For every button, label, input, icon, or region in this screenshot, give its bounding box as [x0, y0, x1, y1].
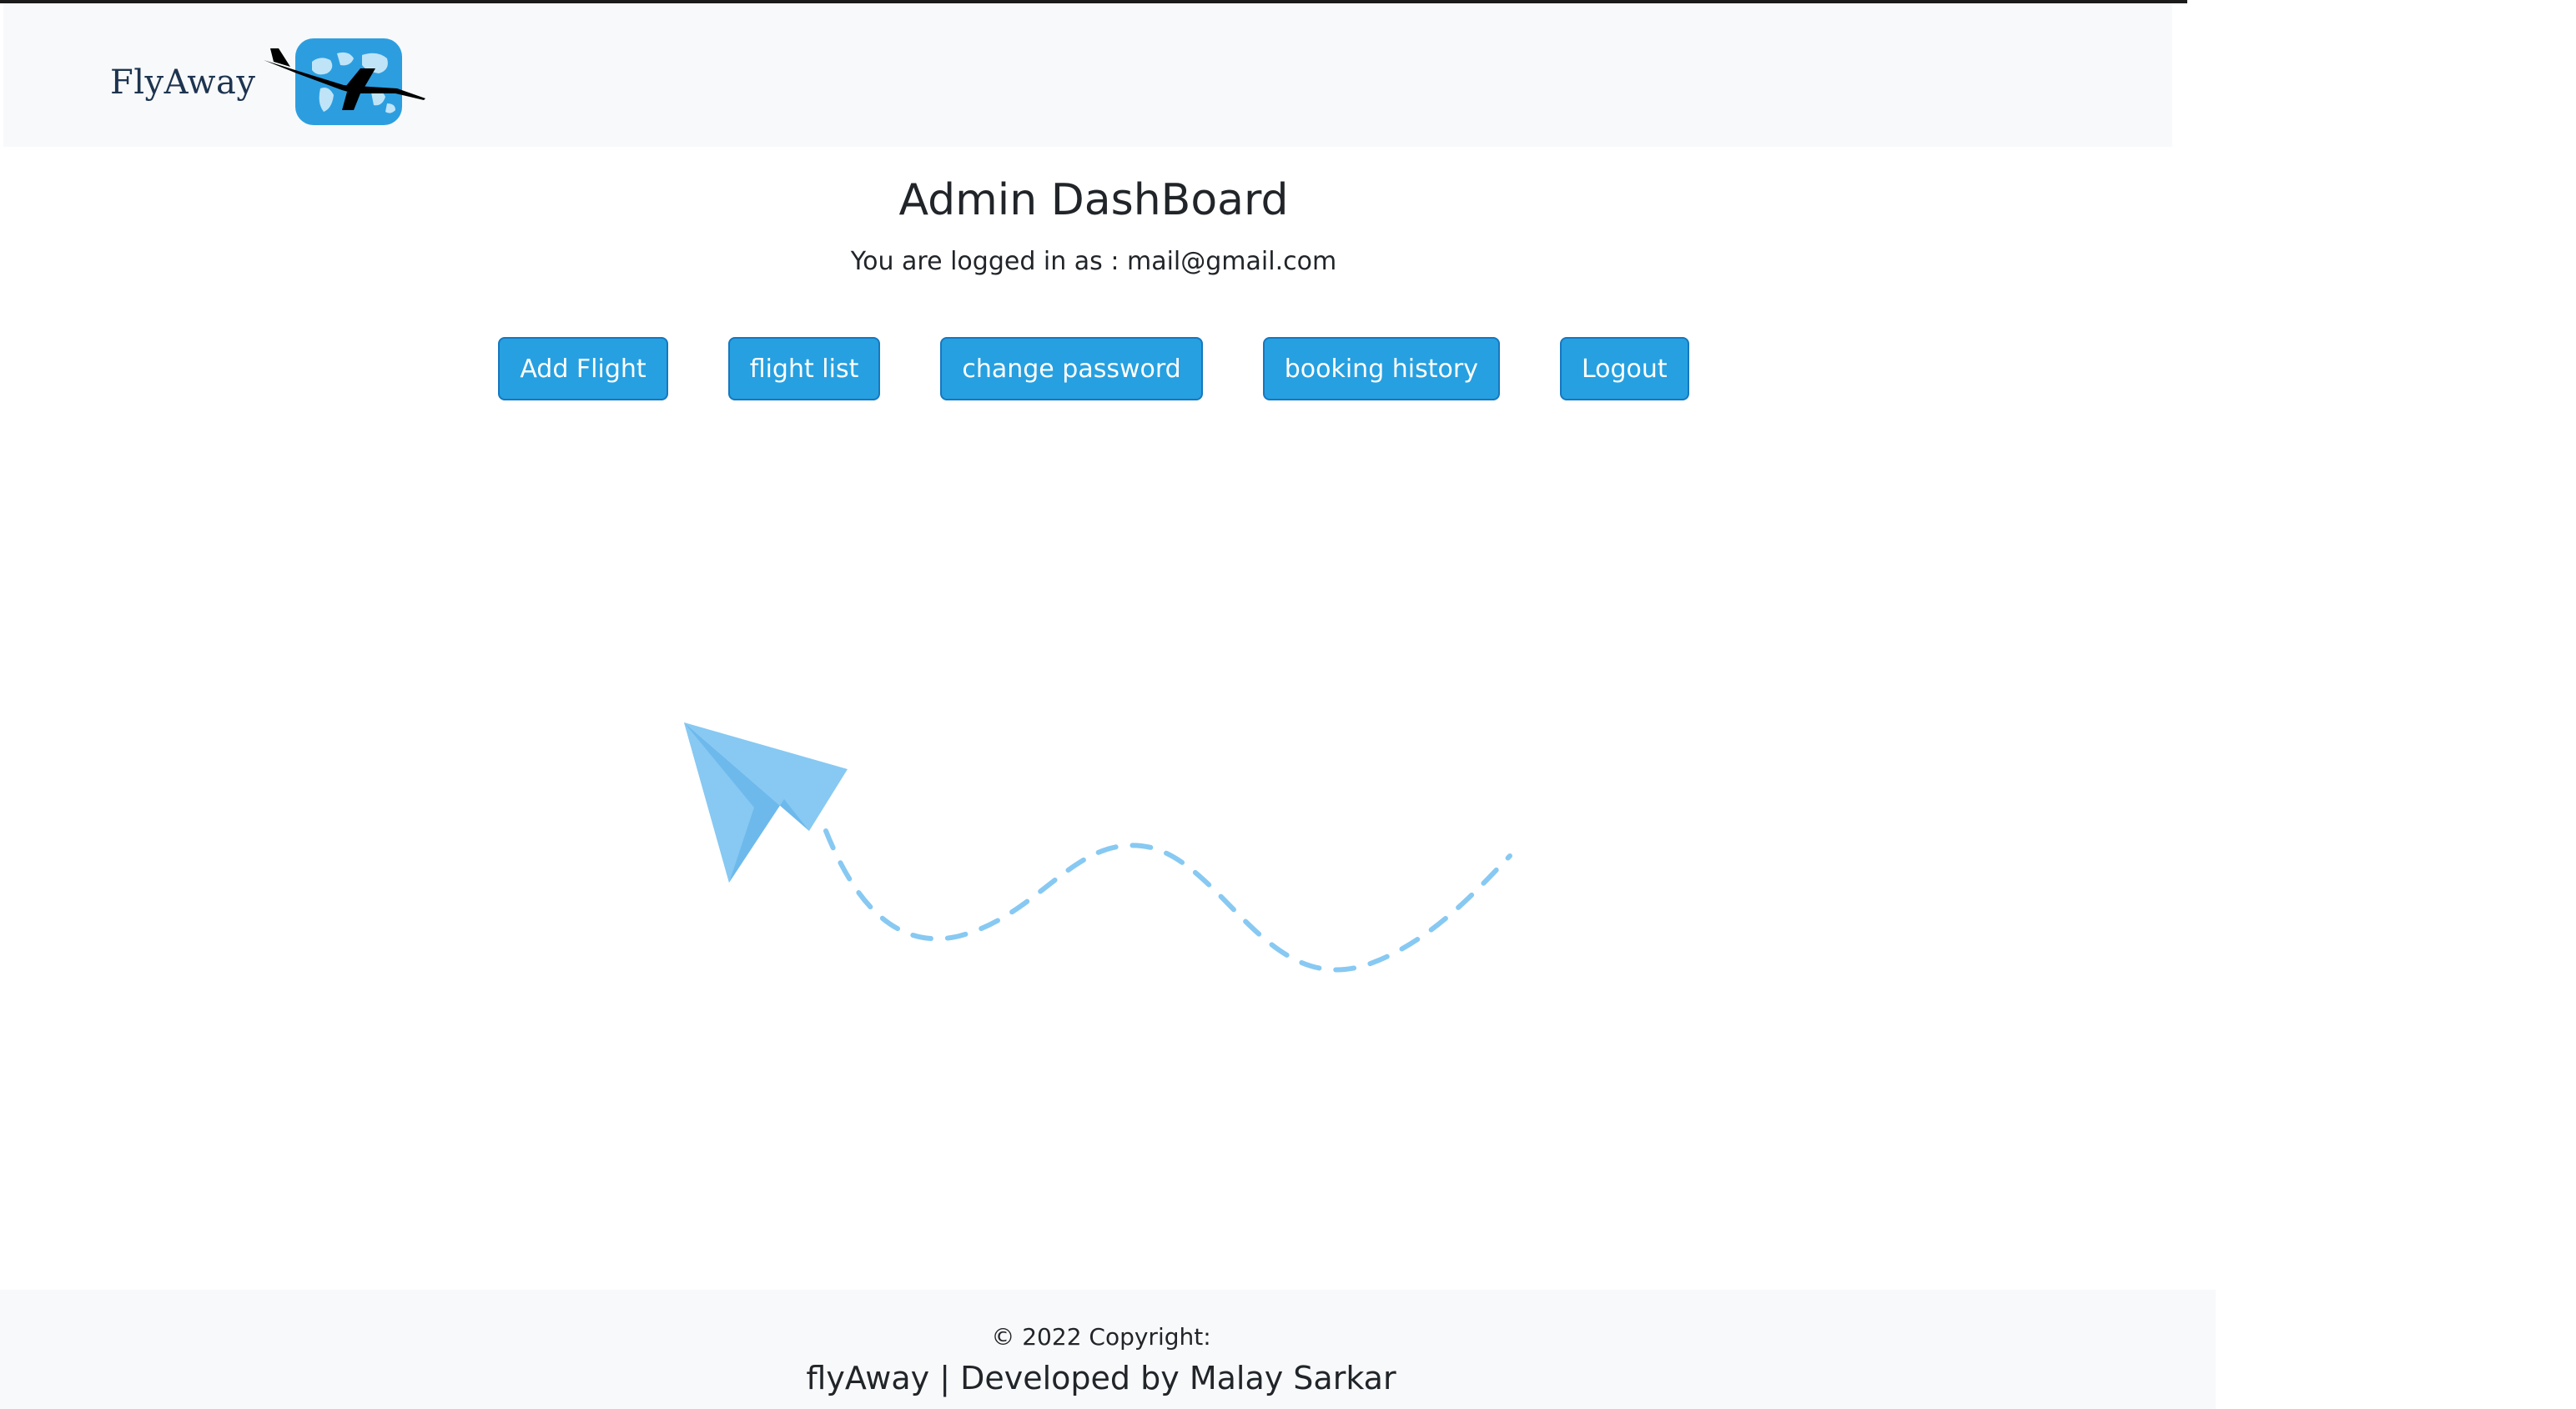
brand-link[interactable]: FlyAway [110, 37, 429, 128]
airplane-globe-logo-icon [264, 38, 426, 125]
booking-history-button[interactable]: booking history [1262, 337, 1500, 400]
page: FlyAway Admin DashBoard You are logged i… [0, 0, 2576, 1409]
add-flight-button[interactable]: Add Flight [498, 337, 668, 400]
logged-in-text: You are logged in as : mail@gmail.com [850, 247, 1337, 276]
change-password-button[interactable]: change password [940, 337, 1203, 400]
action-buttons: Add Flight flight list change password b… [0, 337, 2187, 400]
navbar: FlyAway [3, 3, 2172, 147]
logout-button[interactable]: Logout [1559, 337, 1689, 400]
footer: © 2022 Copyright: flyAway | Developed by… [0, 1290, 2216, 1409]
paper-plane-icon [684, 722, 1512, 973]
page-title: Admin DashBoard [898, 175, 1289, 225]
flight-list-button[interactable]: flight list [727, 337, 881, 400]
copyright-text: © 2022 Copyright: [991, 1323, 1211, 1351]
brand-name: FlyAway [110, 63, 256, 102]
flight-path-dashes [823, 828, 1512, 973]
credits-text: flyAway | Developed by Malay Sarkar [806, 1360, 1396, 1396]
